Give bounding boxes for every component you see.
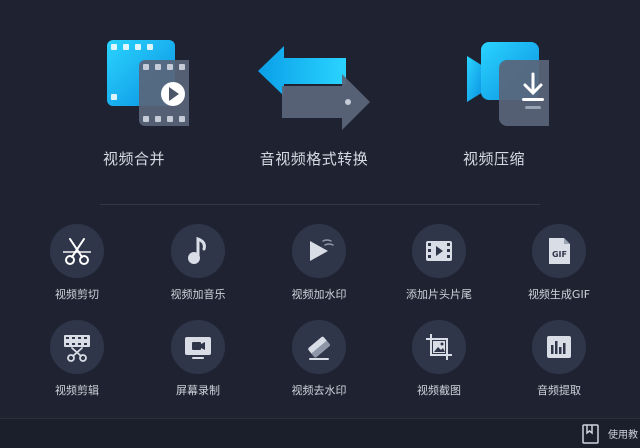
music-note-icon	[171, 224, 225, 278]
screen-record-icon	[171, 320, 225, 374]
tool-video-add-music[interactable]: 视频加音乐	[143, 224, 253, 302]
film-strip-icon	[412, 224, 466, 278]
feature-video-merge[interactable]: 视频合并	[54, 36, 214, 169]
tool-label: 视频剪辑	[55, 384, 99, 397]
tool-video-edit[interactable]: 视频剪辑	[22, 320, 132, 398]
format-convert-icon	[254, 36, 374, 136]
film-cut-icon	[50, 320, 104, 374]
tool-video-cut[interactable]: 视频剪切	[22, 224, 132, 302]
tool-video-screenshot[interactable]: 视频截图	[384, 320, 494, 398]
tool-remove-watermark[interactable]: 视频去水印	[264, 320, 374, 398]
tool-label: 视频生成GIF	[527, 288, 591, 301]
audio-extract-icon	[532, 320, 586, 374]
divider	[100, 204, 540, 205]
tool-label: 视频加水印	[291, 288, 347, 301]
feature-label: 视频合并	[102, 150, 165, 168]
feature-video-compress[interactable]: 视频压缩	[414, 36, 574, 169]
user-guide-link[interactable]: 使用教	[580, 419, 640, 448]
tool-audio-extract[interactable]: 音频提取	[504, 320, 614, 398]
eraser-icon	[292, 320, 346, 374]
book-icon	[582, 423, 599, 444]
user-guide-label: 使用教	[608, 430, 638, 441]
tool-label: 视频剪切	[55, 288, 99, 301]
tool-video-add-watermark[interactable]: 视频加水印	[264, 224, 374, 302]
bottom-bar: 使用教	[0, 418, 640, 448]
gif-badge-text: GIF	[552, 250, 567, 259]
video-merge-icon	[79, 36, 207, 136]
tool-label: 音频提取	[537, 384, 581, 397]
tool-label: 视频加音乐	[170, 288, 226, 301]
screenshot-crop-icon	[412, 320, 466, 374]
tool-label: 视频去水印	[291, 384, 347, 397]
feature-label: 音视频格式转换	[259, 150, 369, 168]
feature-format-convert[interactable]: 音视频格式转换	[234, 36, 394, 169]
tool-video-to-gif[interactable]: GIF 视频生成GIF	[504, 224, 614, 302]
watermark-play-icon	[292, 224, 346, 278]
feature-row: 视频合并 音视频格式转换 视频压缩	[0, 0, 640, 190]
video-compress-icon	[439, 36, 567, 136]
feature-label: 视频压缩	[462, 150, 525, 168]
gif-icon: GIF	[532, 224, 586, 278]
tool-label: 视频截图	[417, 384, 461, 397]
tool-label: 添加片头片尾	[406, 288, 472, 301]
tool-screen-record[interactable]: 屏幕录制	[143, 320, 253, 398]
scissors-icon	[50, 224, 104, 278]
tool-add-intro-outro[interactable]: 添加片头片尾	[384, 224, 494, 302]
tool-label: 屏幕录制	[176, 384, 220, 397]
